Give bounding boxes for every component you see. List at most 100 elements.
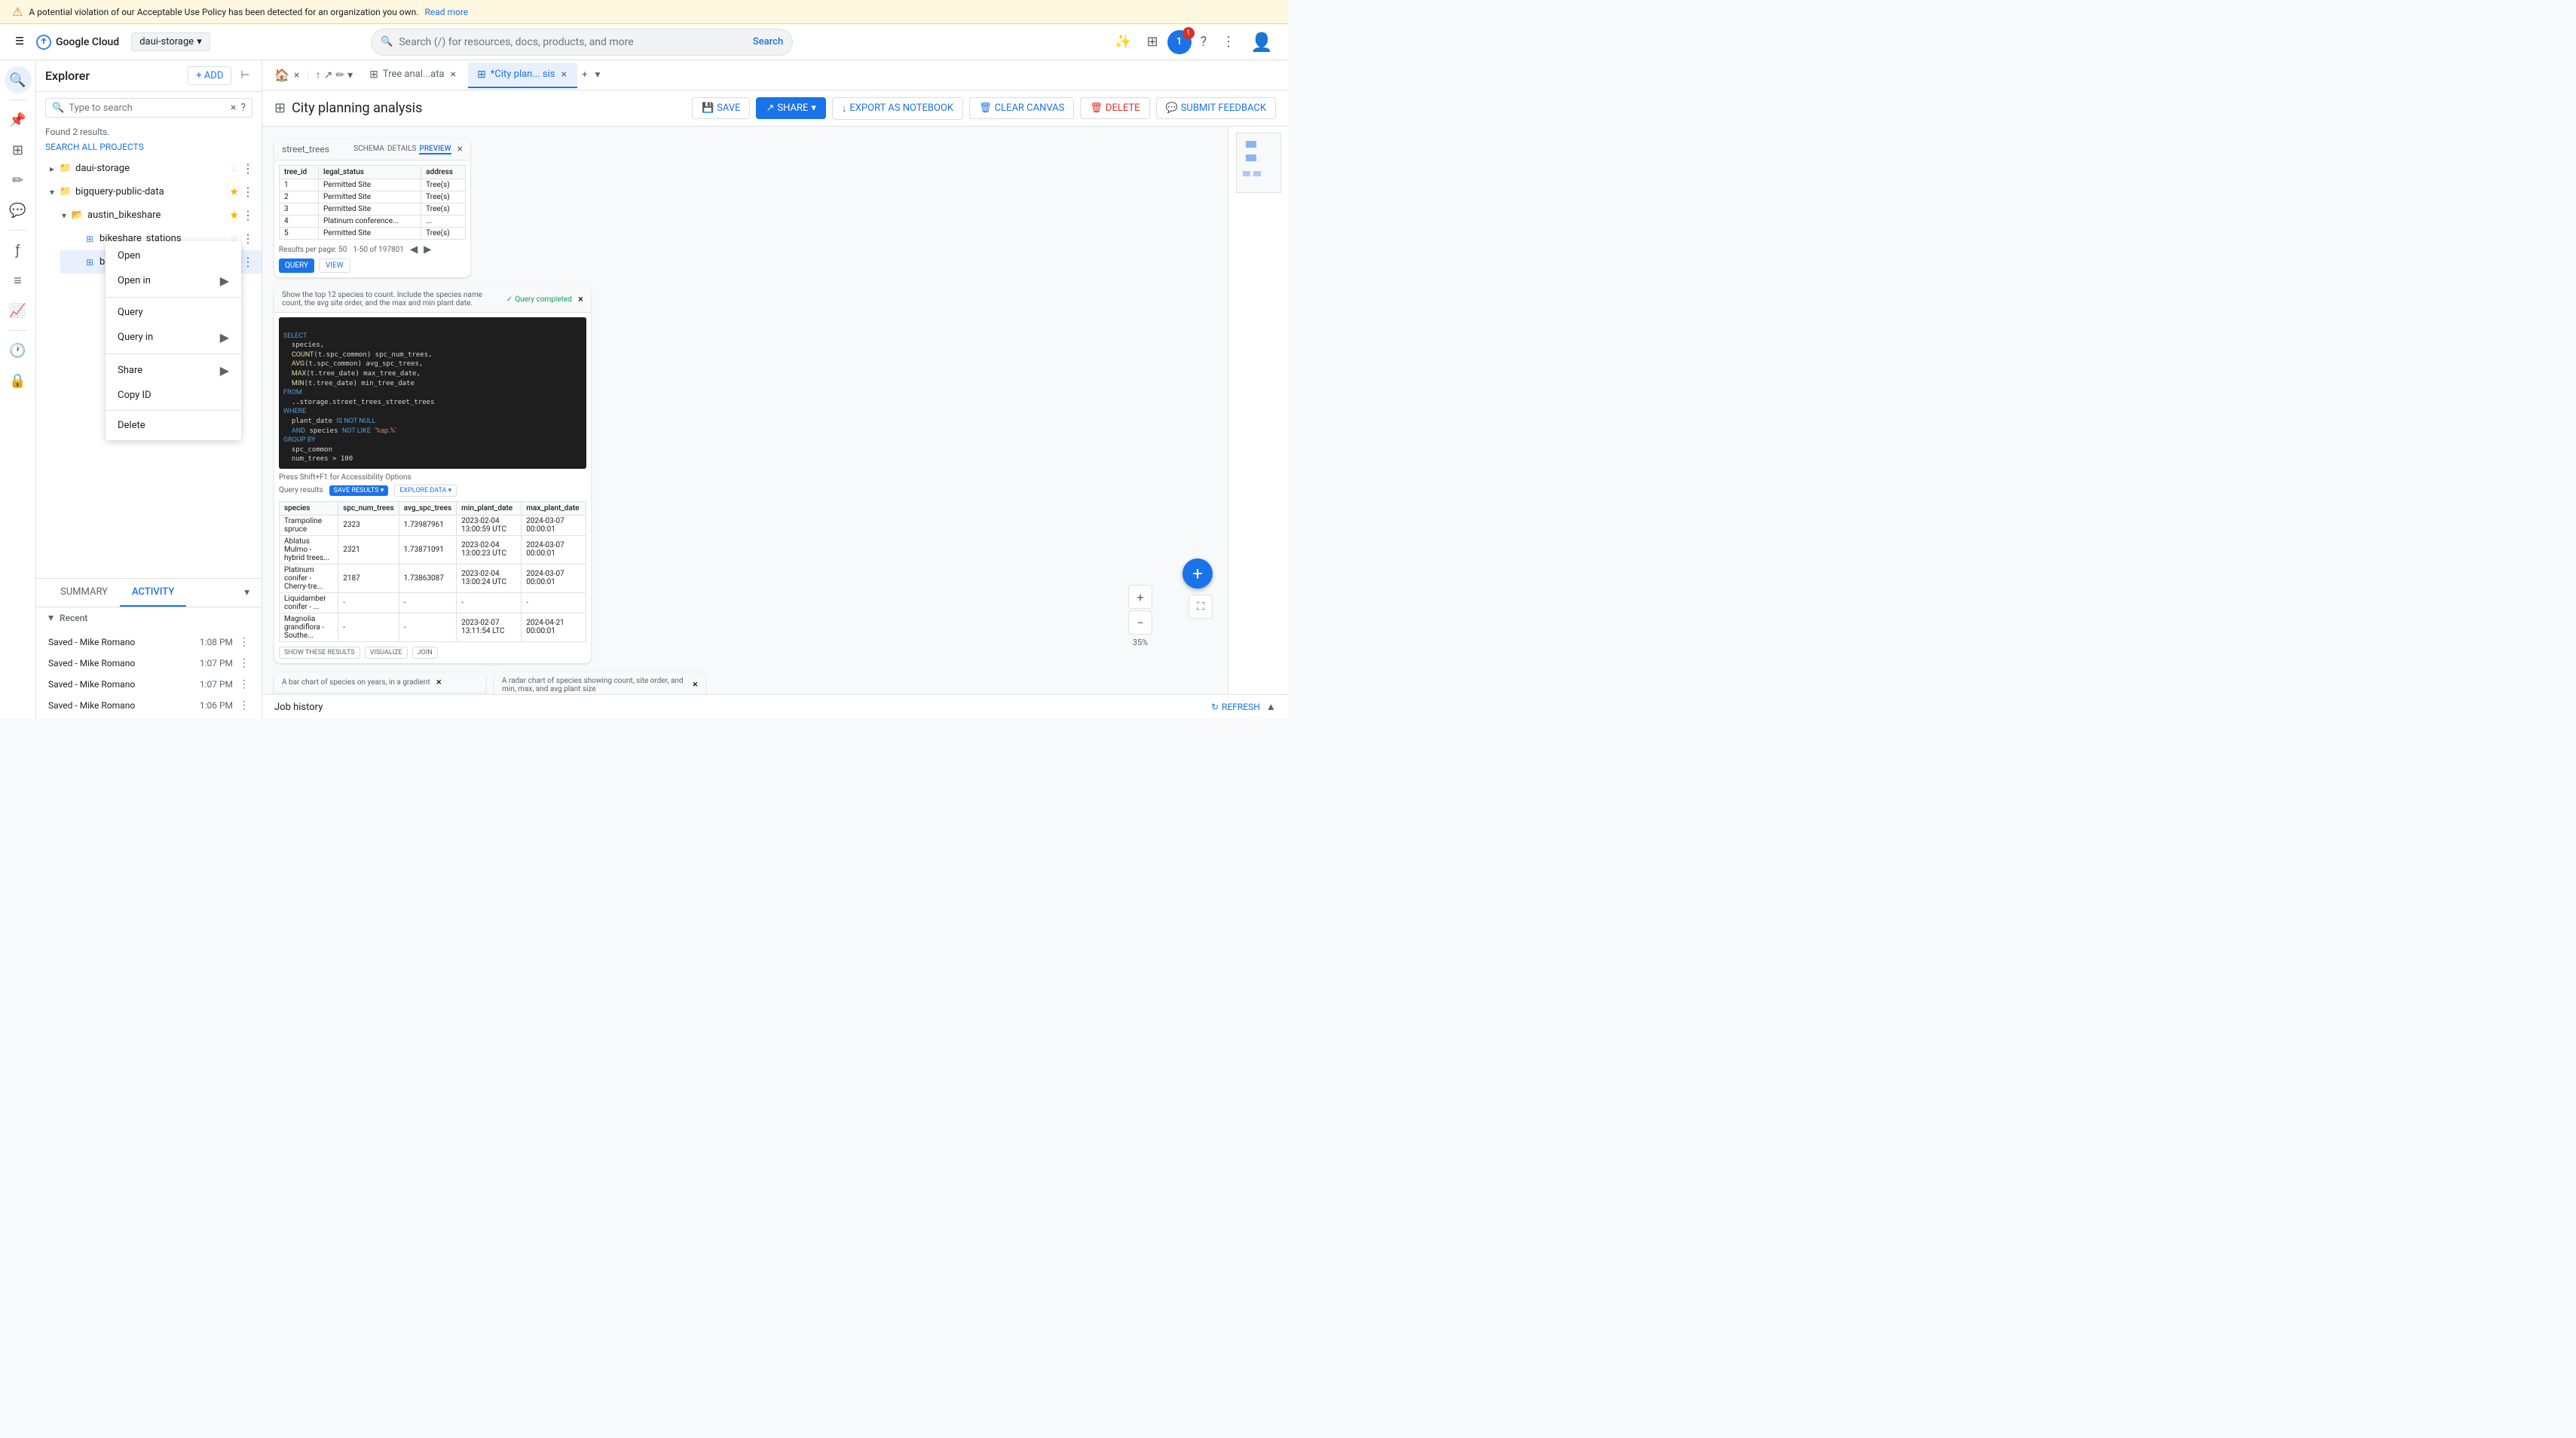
search-input[interactable] — [399, 36, 746, 48]
next-page-button[interactable]: ▶ — [424, 244, 431, 255]
menu-item-share[interactable]: Share ▶ — [106, 357, 241, 384]
more-stations-button[interactable]: ⋮ — [240, 230, 255, 247]
more-trips-button[interactable]: ⋮ — [240, 253, 255, 271]
rail-search-icon[interactable]: 🔍 — [5, 66, 32, 93]
activity-more-0[interactable]: ⋮ — [239, 636, 249, 648]
menu-item-query[interactable]: Query — [106, 301, 241, 324]
tabs-more-button[interactable]: ▾ — [592, 66, 604, 84]
search-bar[interactable]: 🔍 Search — [371, 29, 793, 56]
zoom-in-button[interactable]: + — [1128, 585, 1152, 609]
clear-canvas-button[interactable]: 🗑 CLEAR CANVAS — [969, 97, 1074, 119]
save-button[interactable]: 💾 SAVE — [692, 97, 751, 119]
more-bigquery-button[interactable]: ⋮ — [240, 183, 255, 200]
table-row: Platinum conifer - Cherry-tre...21871.73… — [280, 564, 586, 592]
query-street-trees-button[interactable]: QUERY — [279, 259, 314, 273]
add-block-fab-button[interactable]: + — [1182, 558, 1213, 589]
sidebar-search-clear-button[interactable]: × — [231, 102, 236, 114]
zoom-out-button[interactable]: − — [1128, 610, 1152, 635]
recent-collapse-button[interactable]: ▾ — [48, 612, 54, 624]
rail-list-icon[interactable]: ≡ — [5, 267, 32, 294]
show-results-button[interactable]: SHOW THESE RESULTS — [279, 647, 360, 659]
rail-chart-icon[interactable]: 📈 — [5, 297, 32, 324]
rail-divider-3 — [9, 330, 27, 331]
query-card-close-button[interactable]: × — [578, 294, 583, 305]
export-notebook-button[interactable]: ↓ EXPORT AS NOTEBOOK — [832, 97, 963, 120]
more-bikeshare-button[interactable]: ⋮ — [240, 207, 255, 224]
activity-more-1[interactable]: ⋮ — [239, 657, 249, 669]
tab-tree-analysis-close[interactable]: × — [449, 69, 457, 81]
rail-compose-icon[interactable]: ✏ — [5, 167, 32, 194]
table-row: 3Permitted SiteTree(s) — [280, 203, 466, 216]
sidebar-search-help-button[interactable]: ? — [240, 102, 246, 114]
rail-functions-icon[interactable]: ƒ — [5, 237, 32, 264]
details-tab[interactable]: DETAILS — [387, 145, 417, 155]
add-resource-button[interactable]: + ADD — [188, 66, 231, 85]
tree-item-bigquery-public-data[interactable]: ▾ 📁 bigquery-public-data ★ ⋮ — [36, 180, 262, 203]
sidebar-header: Explorer + ADD ⊢ — [36, 60, 262, 92]
query-card-content: SELECT species, COUNT(t.spc_common) spc_… — [274, 313, 591, 663]
console-button[interactable]: ⊞ — [1141, 28, 1164, 56]
project-selector[interactable]: daui-storage ▾ — [131, 32, 210, 51]
tab-city-planning[interactable]: ⊞ *City plan... sis × — [468, 63, 577, 88]
tab-activity[interactable]: ACTIVITY — [120, 579, 186, 607]
menu-item-query-in[interactable]: Query in ▶ — [106, 324, 241, 350]
explore-data-button[interactable]: EXPLORE DATA ▾ — [394, 485, 457, 497]
rail-lock-icon[interactable]: 🔒 — [5, 367, 32, 394]
star-bigquery-button[interactable]: ★ — [228, 185, 240, 200]
star-daui-storage-button[interactable]: ☆ — [228, 161, 240, 176]
join-button[interactable]: JOIN — [412, 647, 438, 659]
street-trees-close-button[interactable]: × — [457, 143, 463, 155]
ai-spark-button[interactable]: ✨ — [1109, 28, 1137, 56]
star-bikeshare-button[interactable]: ★ — [228, 208, 240, 223]
sidebar-search-icon: 🔍 — [52, 102, 64, 114]
rail-schedule-icon[interactable]: 🕐 — [5, 337, 32, 364]
menu-item-open-in[interactable]: Open in ▶ — [106, 268, 241, 294]
sidebar-collapse-button[interactable]: ⊢ — [237, 67, 252, 84]
tree-item-austin-bikeshare[interactable]: ▾ 📂 austin_bikeshare ★ ⋮ — [48, 203, 262, 227]
save-results-button[interactable]: SAVE RESULTS ▾ — [329, 485, 389, 496]
rail-pin-icon[interactable]: 📌 — [5, 106, 32, 133]
delete-button[interactable]: 🗑 DELETE — [1080, 97, 1149, 119]
warning-read-more-link[interactable]: Read more — [424, 7, 468, 17]
schema-tab[interactable]: SCHEMA — [353, 145, 384, 155]
fullscreen-button[interactable]: ⛶ — [1189, 595, 1213, 619]
query-completed-badge: ✓ Query completed — [506, 295, 572, 304]
submit-feedback-button[interactable]: 💬 SUBMIT FEEDBACK — [1156, 97, 1277, 119]
job-history-bar[interactable]: Job history ↻ REFRESH ▲ — [262, 694, 1288, 719]
tab-tree-analysis[interactable]: ⊞ Tree anal...ata × — [360, 63, 467, 88]
job-history-collapse-button[interactable]: ▲ — [1266, 701, 1276, 713]
sidebar-search-input[interactable]: austin bikes — [69, 102, 226, 114]
activity-more-3[interactable]: ⋮ — [239, 699, 249, 711]
visualize-button[interactable]: VISUALIZE — [365, 647, 408, 659]
bottom-panel-chevron-button[interactable]: ▾ — [244, 587, 249, 598]
refresh-job-history-button[interactable]: ↻ REFRESH — [1211, 702, 1260, 712]
sidebar-search-box[interactable]: 🔍 austin bikes × ? — [45, 98, 252, 118]
radar-chart-close-button[interactable]: × — [693, 679, 698, 690]
rail-chat-icon[interactable]: 💬 — [5, 197, 32, 224]
user-profile-button[interactable]: 👤 — [1244, 26, 1279, 59]
tab-city-planning-close[interactable]: × — [559, 69, 568, 81]
share-button[interactable]: ↗ SHARE ▾ — [756, 97, 825, 119]
search-all-projects-link[interactable]: SEARCH ALL PROJECTS — [36, 140, 262, 154]
view-street-trees-button[interactable]: VIEW — [319, 259, 350, 273]
home-tab-close-button[interactable]: × — [292, 69, 301, 81]
menu-item-copy-id[interactable]: Copy ID — [106, 384, 241, 407]
tree-item-daui-storage[interactable]: ▸ 📁 daui-storage ☆ ⋮ — [36, 157, 262, 180]
activity-more-2[interactable]: ⋮ — [239, 678, 249, 690]
tab-summary[interactable]: SUMMARY — [48, 579, 120, 607]
bar-chart-close-button[interactable]: × — [436, 677, 442, 688]
hamburger-button[interactable]: ☰ — [9, 30, 30, 54]
menu-item-delete[interactable]: Delete — [106, 414, 241, 437]
help-button[interactable]: ? — [1195, 28, 1213, 56]
more-options-button[interactable]: ⋮ — [1216, 28, 1241, 56]
prev-page-button[interactable]: ◀ — [410, 244, 418, 255]
activity-time-2: 1:07 PM — [200, 679, 233, 690]
rail-dashboard-icon[interactable]: ⊞ — [5, 136, 32, 164]
menu-item-open[interactable]: Open — [106, 244, 241, 268]
preview-tab[interactable]: PREVIEW — [419, 145, 451, 155]
activity-item-1: Saved - Mike Romano 1:07 PM ⋮ — [36, 653, 262, 674]
search-button[interactable]: Search — [753, 36, 783, 47]
more-daui-storage-button[interactable]: ⋮ — [240, 160, 255, 177]
canvas-area[interactable]: street_trees SCHEMA DETAILS PREVIEW × — [262, 127, 1228, 694]
add-tab-button[interactable]: + — [579, 66, 591, 84]
